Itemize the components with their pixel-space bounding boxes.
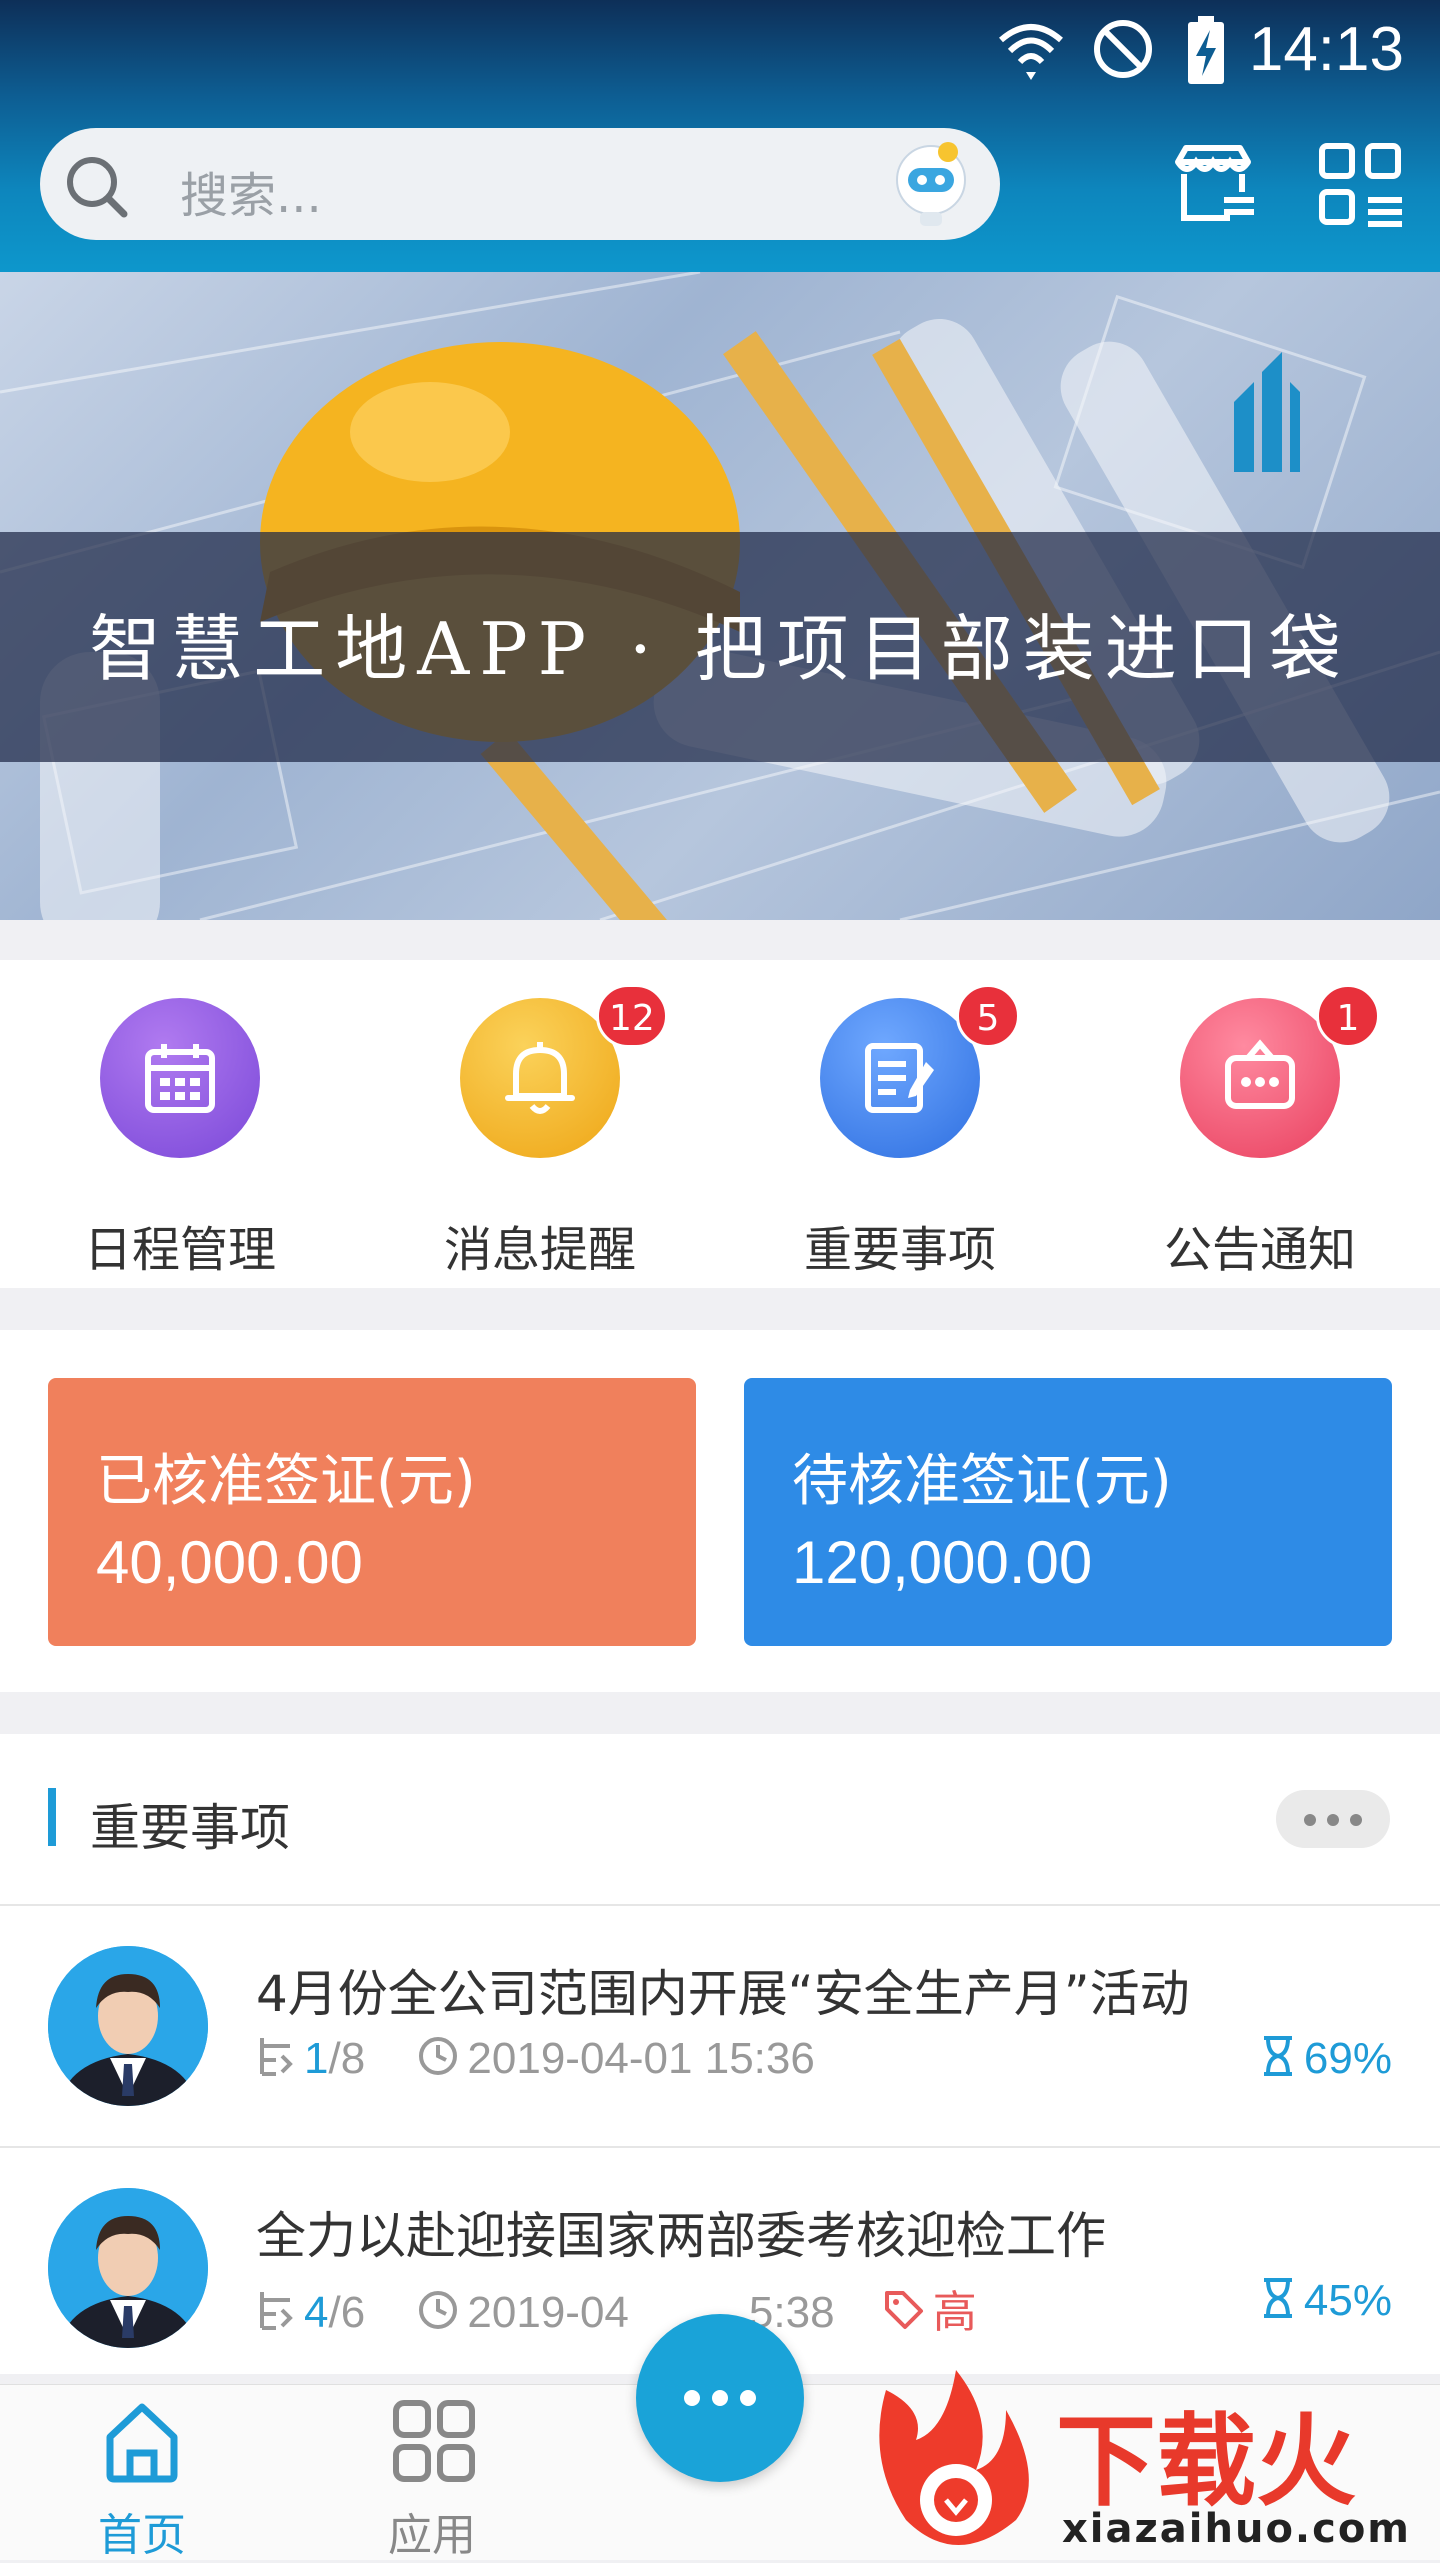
do-not-disturb-icon [1090, 16, 1156, 86]
quick-entry-important[interactable]: 5 重要事项 [760, 984, 1040, 1274]
nav-apps-label: 应用 [388, 2510, 476, 2561]
avatar [48, 1946, 208, 2106]
apps-grid-icon[interactable] [1316, 140, 1406, 230]
visa-stats-panel: 已核准签证(元) 40,000.00 待核准签证(元) 120,000.00 [0, 1330, 1440, 1692]
top-header: 14:13 搜索... [0, 0, 1440, 272]
subtask-done-count: 4 [304, 2288, 329, 2337]
pending-visa-card[interactable]: 待核准签证(元) 120,000.00 [744, 1378, 1392, 1646]
subtask-icon [256, 2034, 296, 2089]
promo-banner[interactable]: 智慧工地APP · 把项目部装进口袋 [0, 272, 1440, 920]
quick-entry-label: 日程管理 [83, 1222, 276, 1278]
nav-home-label: 首页 [98, 2510, 186, 2561]
item-title: 4月份全公司范围内开展“安全生产月”活动 [256, 1965, 1190, 2023]
status-time: 14:13 [1248, 15, 1404, 84]
search-bar[interactable]: 搜索... [40, 128, 1000, 240]
store-icon[interactable] [1168, 140, 1258, 230]
watermark-text: 下载火 [1056, 2403, 1356, 2520]
watermark: 下载火 xiazaihuo.com [856, 2370, 1440, 2560]
hourglass-icon [1260, 2276, 1296, 2331]
calendar-icon [100, 998, 260, 1158]
item-progress-value: 45% [1303, 2276, 1392, 2326]
item-title: 全力以赴迎接国家两部委考核迎检工作 [256, 2207, 1106, 2265]
nav-home[interactable]: 首页 [52, 2399, 232, 2561]
quick-entry-panel: 日程管理 12 消息提醒 5 重要事项 1 公告通知 [0, 960, 1440, 1288]
section-accent-bar [48, 1788, 56, 1846]
clock-icon [417, 2035, 459, 2088]
tag-icon [883, 2289, 925, 2342]
subtask-done-count: 1 [304, 2034, 329, 2084]
item-progress: 69% [1260, 2034, 1392, 2089]
quick-entry-label: 公告通知 [1163, 1222, 1356, 1278]
home-icon [102, 2399, 182, 2487]
battery-charging-icon [1186, 16, 1226, 90]
section-title: 重要事项 [90, 1799, 290, 1857]
quick-entry-label: 消息提醒 [443, 1222, 636, 1278]
item-meta: 1/8 2019-04-01 15:36 [256, 2034, 815, 2089]
banner-slogan: 智慧工地APP · 把项目部装进口袋 [89, 607, 1351, 691]
item-time: 2019-04-01 15:36 [467, 2034, 815, 2084]
quick-entry-label: 重要事项 [803, 1222, 996, 1278]
flame-logo-icon [879, 2370, 1029, 2545]
more-options-button[interactable] [1276, 1790, 1390, 1848]
approved-visa-card[interactable]: 已核准签证(元) 40,000.00 [48, 1378, 696, 1646]
quick-entry-schedule[interactable]: 日程管理 [40, 998, 320, 1274]
hourglass-icon [1260, 2034, 1296, 2089]
more-actions-fab[interactable] [636, 2314, 804, 2482]
robot-assistant-icon[interactable] [886, 138, 976, 234]
subtask-total: /6 [328, 2288, 366, 2337]
approved-visa-title: 已核准签证(元) [96, 1449, 476, 1514]
item-progress: 45% [1260, 2276, 1392, 2331]
pending-visa-title: 待核准签证(元) [792, 1449, 1172, 1514]
priority-label: 高 [932, 2288, 977, 2337]
important-matters-section: 重要事项 4月份全公司范围内开展“安全生产月”活动 1/8 2019-04-01… [0, 1734, 1440, 2374]
important-count-badge: 5 [956, 984, 1020, 1048]
quick-entry-announcements[interactable]: 1 公告通知 [1120, 984, 1400, 1274]
avatar [48, 2188, 208, 2348]
item-time: 2019-04 [467, 2288, 629, 2337]
watermark-url: xiazaihuo.com [1062, 2506, 1411, 2552]
clock-icon [417, 2289, 459, 2342]
apps-icon [392, 2399, 476, 2487]
quick-entry-messages[interactable]: 12 消息提醒 [400, 984, 680, 1274]
subtask-total: /8 [328, 2034, 366, 2084]
wifi-icon [996, 16, 1066, 90]
nav-apps[interactable]: 应用 [342, 2399, 522, 2561]
search-icon [62, 152, 132, 226]
announcement-count-badge: 1 [1316, 984, 1380, 1048]
pending-visa-value: 120,000.00 [792, 1529, 1093, 1596]
message-count-badge: 12 [596, 984, 668, 1048]
approved-visa-value: 40,000.00 [96, 1529, 363, 1596]
item-meta: 4/6 2019-04 5:38 高 [256, 2276, 977, 2343]
item-progress-value: 69% [1303, 2034, 1392, 2084]
list-item[interactable]: 4月份全公司范围内开展“安全生产月”活动 1/8 2019-04-01 15:3… [0, 1906, 1440, 2146]
search-placeholder: 搜索... [180, 168, 322, 224]
subtask-icon [256, 2288, 296, 2343]
